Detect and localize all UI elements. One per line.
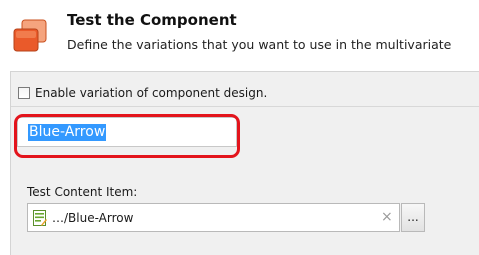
divider bbox=[11, 106, 479, 107]
dialog-header: Test the Component Define the variations… bbox=[0, 0, 479, 62]
header-description: Define the variations that you want to u… bbox=[67, 37, 452, 52]
test-content-item-field[interactable]: …/Blue-Arrow × bbox=[27, 203, 400, 232]
test-content-item-value: …/Blue-Arrow bbox=[52, 211, 134, 225]
enable-variation-checkbox[interactable] bbox=[18, 87, 30, 99]
test-content-item-label: Test Content Item: bbox=[27, 185, 138, 199]
variation-name-input[interactable]: Blue-Arrow bbox=[17, 117, 237, 147]
variation-panel: Enable variation of component design. Bl… bbox=[10, 71, 479, 255]
variation-name-selected-text: Blue-Arrow bbox=[28, 124, 107, 141]
enable-variation-row[interactable]: Enable variation of component design. bbox=[18, 85, 267, 101]
header-title: Test the Component bbox=[67, 11, 237, 29]
browse-button[interactable]: ... bbox=[401, 203, 425, 232]
clear-icon[interactable]: × bbox=[381, 208, 393, 226]
content-item-icon bbox=[33, 210, 47, 226]
enable-variation-label[interactable]: Enable variation of component design. bbox=[35, 86, 267, 100]
component-icon bbox=[13, 19, 47, 52]
